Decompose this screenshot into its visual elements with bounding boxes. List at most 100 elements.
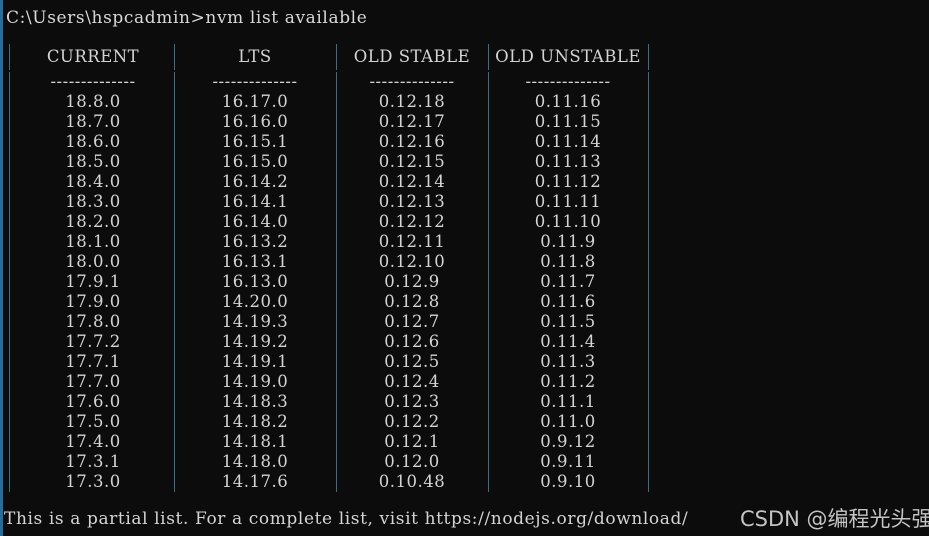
table-separator-1: [168, 212, 180, 232]
table-separator-2: [330, 152, 342, 172]
table-separator-2: [330, 412, 342, 432]
version-cell-lts: 16.13.2: [180, 232, 330, 252]
table-separator-2: [330, 92, 342, 112]
header-underline-old-unstable: --------------: [494, 72, 642, 92]
table-separator-3: [482, 252, 494, 272]
header-underline-current: --------------: [18, 72, 168, 92]
table-separator-3: [482, 472, 494, 492]
table-border-right: [642, 312, 654, 332]
version-cell-current: 17.7.0: [18, 372, 168, 392]
version-cell-lts: 16.15.1: [180, 132, 330, 152]
table-separator-1: [168, 132, 180, 152]
table-separator-3: [482, 412, 494, 432]
version-cell-old-stable: 0.12.4: [342, 372, 482, 392]
version-cell-old-unstable: 0.11.8: [494, 252, 642, 272]
version-cell-old-stable: 0.12.8: [342, 292, 482, 312]
table-separator-2: [330, 432, 342, 452]
table-border-right: [642, 192, 654, 212]
table-separator-2: [330, 44, 342, 72]
table-border-left: [0, 192, 18, 212]
table-separator-1: [168, 252, 180, 272]
table-border-left: [0, 212, 18, 232]
table-border-right: [642, 292, 654, 312]
version-cell-lts: 14.19.3: [180, 312, 330, 332]
table-separator-1: [168, 372, 180, 392]
version-cell-old-stable: 0.12.7: [342, 312, 482, 332]
version-cell-lts: 16.16.0: [180, 112, 330, 132]
table-border-left: [0, 392, 18, 412]
table-header-underline-row: -------------- -------------- ----------…: [0, 72, 654, 92]
table-border-right: [642, 132, 654, 152]
table-separator-3: [482, 112, 494, 132]
table-border-right: [642, 212, 654, 232]
version-cell-old-unstable: 0.11.4: [494, 332, 642, 352]
version-cell-old-stable: 0.12.0: [342, 452, 482, 472]
version-cell-old-stable: 0.12.1: [342, 432, 482, 452]
version-cell-current: 18.1.0: [18, 232, 168, 252]
version-cell-old-stable: 0.12.9: [342, 272, 482, 292]
table-separator-1: [168, 72, 180, 92]
version-cell-lts: 14.18.2: [180, 412, 330, 432]
csdn-watermark: CSDN @编程光头强: [740, 506, 929, 532]
table-row: 17.3.014.17.60.10.480.9.10: [0, 472, 654, 492]
version-cell-old-stable: 0.12.11: [342, 232, 482, 252]
table-row: 17.7.0 14.19.0 0.12.4 0.11.2: [0, 372, 654, 392]
version-cell-old-unstable: 0.11.1: [494, 392, 642, 412]
table-border-left: [0, 292, 18, 312]
table-border-right: [642, 412, 654, 432]
version-cell-old-unstable: 0.9.12: [494, 432, 642, 452]
version-cell-lts: 16.13.0: [180, 272, 330, 292]
table-separator-3: [482, 192, 494, 212]
table-row: 18.4.016.14.20.12.140.11.12: [0, 172, 654, 192]
table-separator-2: [330, 212, 342, 232]
version-cell-old-unstable: 0.11.7: [494, 272, 642, 292]
table-separator-2: [330, 192, 342, 212]
version-cell-old-unstable: 0.11.12: [494, 172, 642, 192]
version-cell-lts: 14.19.0: [180, 372, 330, 392]
version-cell-current: 17.4.0: [18, 432, 168, 452]
header-underline-old-stable: --------------: [342, 72, 482, 92]
version-cell-old-unstable: 0.11.2: [494, 372, 642, 392]
version-cell-current: 17.7.2: [18, 332, 168, 352]
table-separator-1: [168, 312, 180, 332]
table-separator-3: [482, 152, 494, 172]
version-cell-lts: 14.17.6: [180, 472, 330, 492]
version-cell-current: 18.2.0: [18, 212, 168, 232]
version-cell-old-unstable: 0.11.14: [494, 132, 642, 152]
table-separator-3: [482, 172, 494, 192]
table-separator-3: [482, 352, 494, 372]
table-border-right: [642, 452, 654, 472]
version-cell-current: 17.6.0: [18, 392, 168, 412]
column-header-old-stable: OLD STABLE: [342, 44, 482, 72]
version-cell-old-unstable: 0.11.13: [494, 152, 642, 172]
table-border-left: [0, 172, 18, 192]
table-border-left: [0, 452, 18, 472]
table-separator-3: [482, 452, 494, 472]
table-border-left: [0, 72, 18, 92]
version-cell-old-stable: 0.12.5: [342, 352, 482, 372]
version-cell-current: 17.8.0: [18, 312, 168, 332]
table-row: 17.7.214.19.20.12.60.11.4: [0, 332, 654, 352]
table-separator-2: [330, 332, 342, 352]
table-border-right: [642, 152, 654, 172]
table-separator-2: [330, 132, 342, 152]
version-cell-old-stable: 0.12.10: [342, 252, 482, 272]
table-separator-3: [482, 72, 494, 92]
version-cell-old-stable: 0.12.17: [342, 112, 482, 132]
table-separator-2: [330, 232, 342, 252]
version-cell-current: 18.7.0: [18, 112, 168, 132]
version-cell-lts: 16.17.0: [180, 92, 330, 112]
table-row: 17.6.014.18.30.12.30.11.1: [0, 392, 654, 412]
table-border-left: [0, 92, 18, 112]
version-cell-old-unstable: 0.11.16: [494, 92, 642, 112]
table-separator-1: [168, 112, 180, 132]
table-row: 18.5.016.15.00.12.150.11.13: [0, 152, 654, 172]
version-cell-lts: 16.14.1: [180, 192, 330, 212]
table-separator-2: [330, 452, 342, 472]
version-cell-current: 18.6.0: [18, 132, 168, 152]
command-prompt-line: C:\Users\hspcadmin>nvm list available: [6, 7, 367, 29]
table-border-left: [0, 472, 18, 492]
table-separator-2: [330, 72, 342, 92]
table-separator-1: [168, 92, 180, 112]
table-separator-1: [168, 432, 180, 452]
